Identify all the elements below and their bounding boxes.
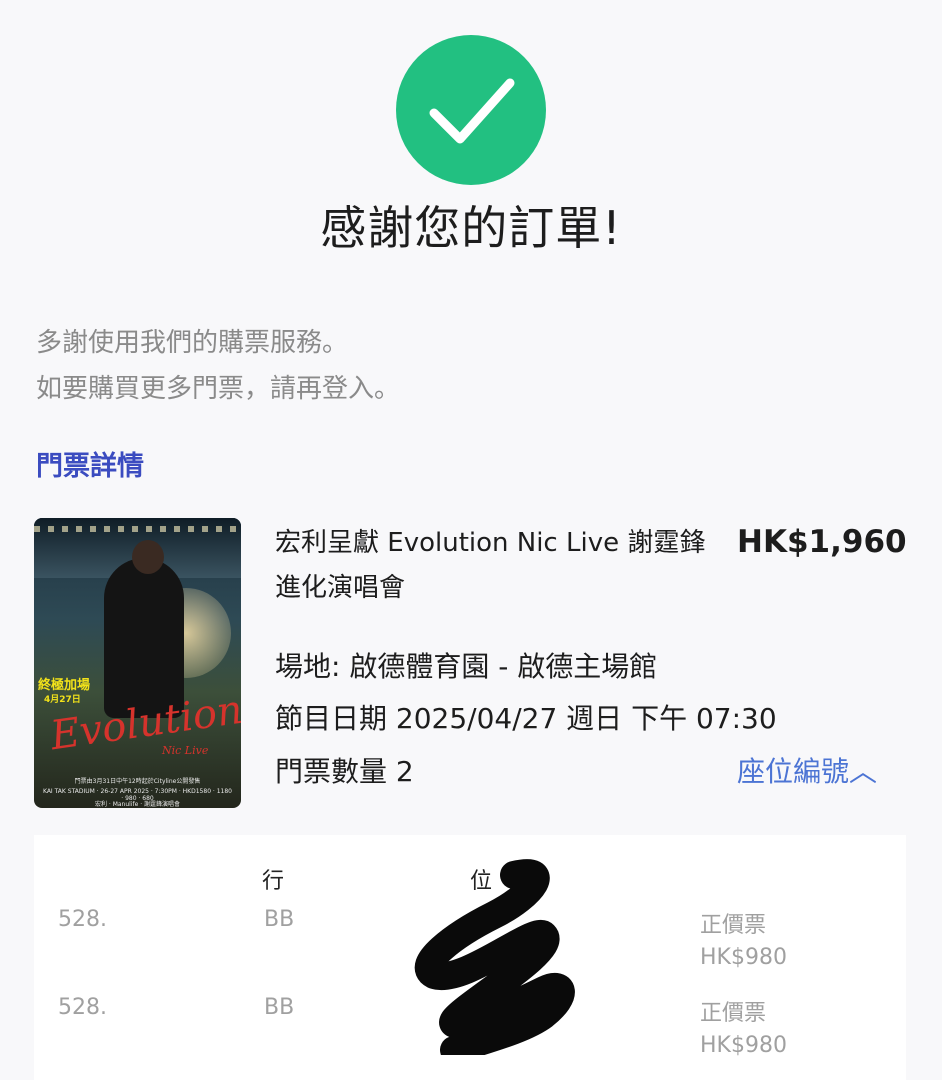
poster-badge-date: 4月27日 (44, 695, 81, 705)
event-poster: 終極加場 4月27日 Evolution Nic Live 門票由3月31日中午… (34, 518, 241, 808)
seat-row-1-section: 528. (58, 907, 107, 932)
seat-numbers-toggle[interactable]: 座位編號︿ (737, 750, 877, 790)
event-name: 宏利呈獻 Evolution Nic Live 謝霆鋒進化演唱會 (275, 528, 706, 603)
seat-row-1-row: BB (264, 907, 295, 932)
thank-you-message: 多謝使用我們的購票服務。 (36, 328, 349, 358)
page-title: 感謝您的訂單! (320, 201, 622, 255)
success-badge (396, 35, 546, 185)
poster-fine-print-3: 宏利 · Manulife · 謝霆鋒演唱會 (94, 801, 181, 808)
seat-row-2-price: HK$980 (700, 1033, 787, 1058)
ticket-quantity: 門票數量 2 (275, 755, 414, 788)
seat-row-1-price: HK$980 (700, 945, 787, 970)
event-date: 節目日期 2025/04/27 週日 下午 07:30 (275, 702, 777, 735)
poster-logo-sub: Nic Live (162, 744, 209, 757)
seat-row-2-type: 正價票 (700, 1001, 767, 1026)
poster-figure (104, 558, 184, 718)
poster-lights (34, 526, 241, 532)
row-column-header: 行 (262, 869, 285, 894)
total-price: HK$1,960 (737, 524, 907, 560)
poster-head (132, 540, 164, 574)
seat-row-2-row: BB (264, 995, 295, 1020)
ticket-details-heading: 門票詳情 (36, 451, 144, 482)
seat-details-panel: 行 位 528. BB 正價票 HK$980 528. BB 正價票 HK$98… (34, 835, 906, 1080)
event-venue: 場地: 啟德體育園 - 啟德主場館 (275, 650, 658, 683)
login-again-message: 如要購買更多門票，請再登入。 (36, 374, 401, 404)
check-icon (429, 78, 515, 144)
poster-badge: 終極加場 (38, 678, 91, 693)
poster-fine-print: 門票由3月31日中午12時起於Cityline公開發售 (74, 778, 201, 785)
redaction-scribble (415, 859, 575, 1055)
seat-row-1-type: 正價票 (700, 913, 767, 938)
seat-row-2-section: 528. (58, 995, 107, 1020)
